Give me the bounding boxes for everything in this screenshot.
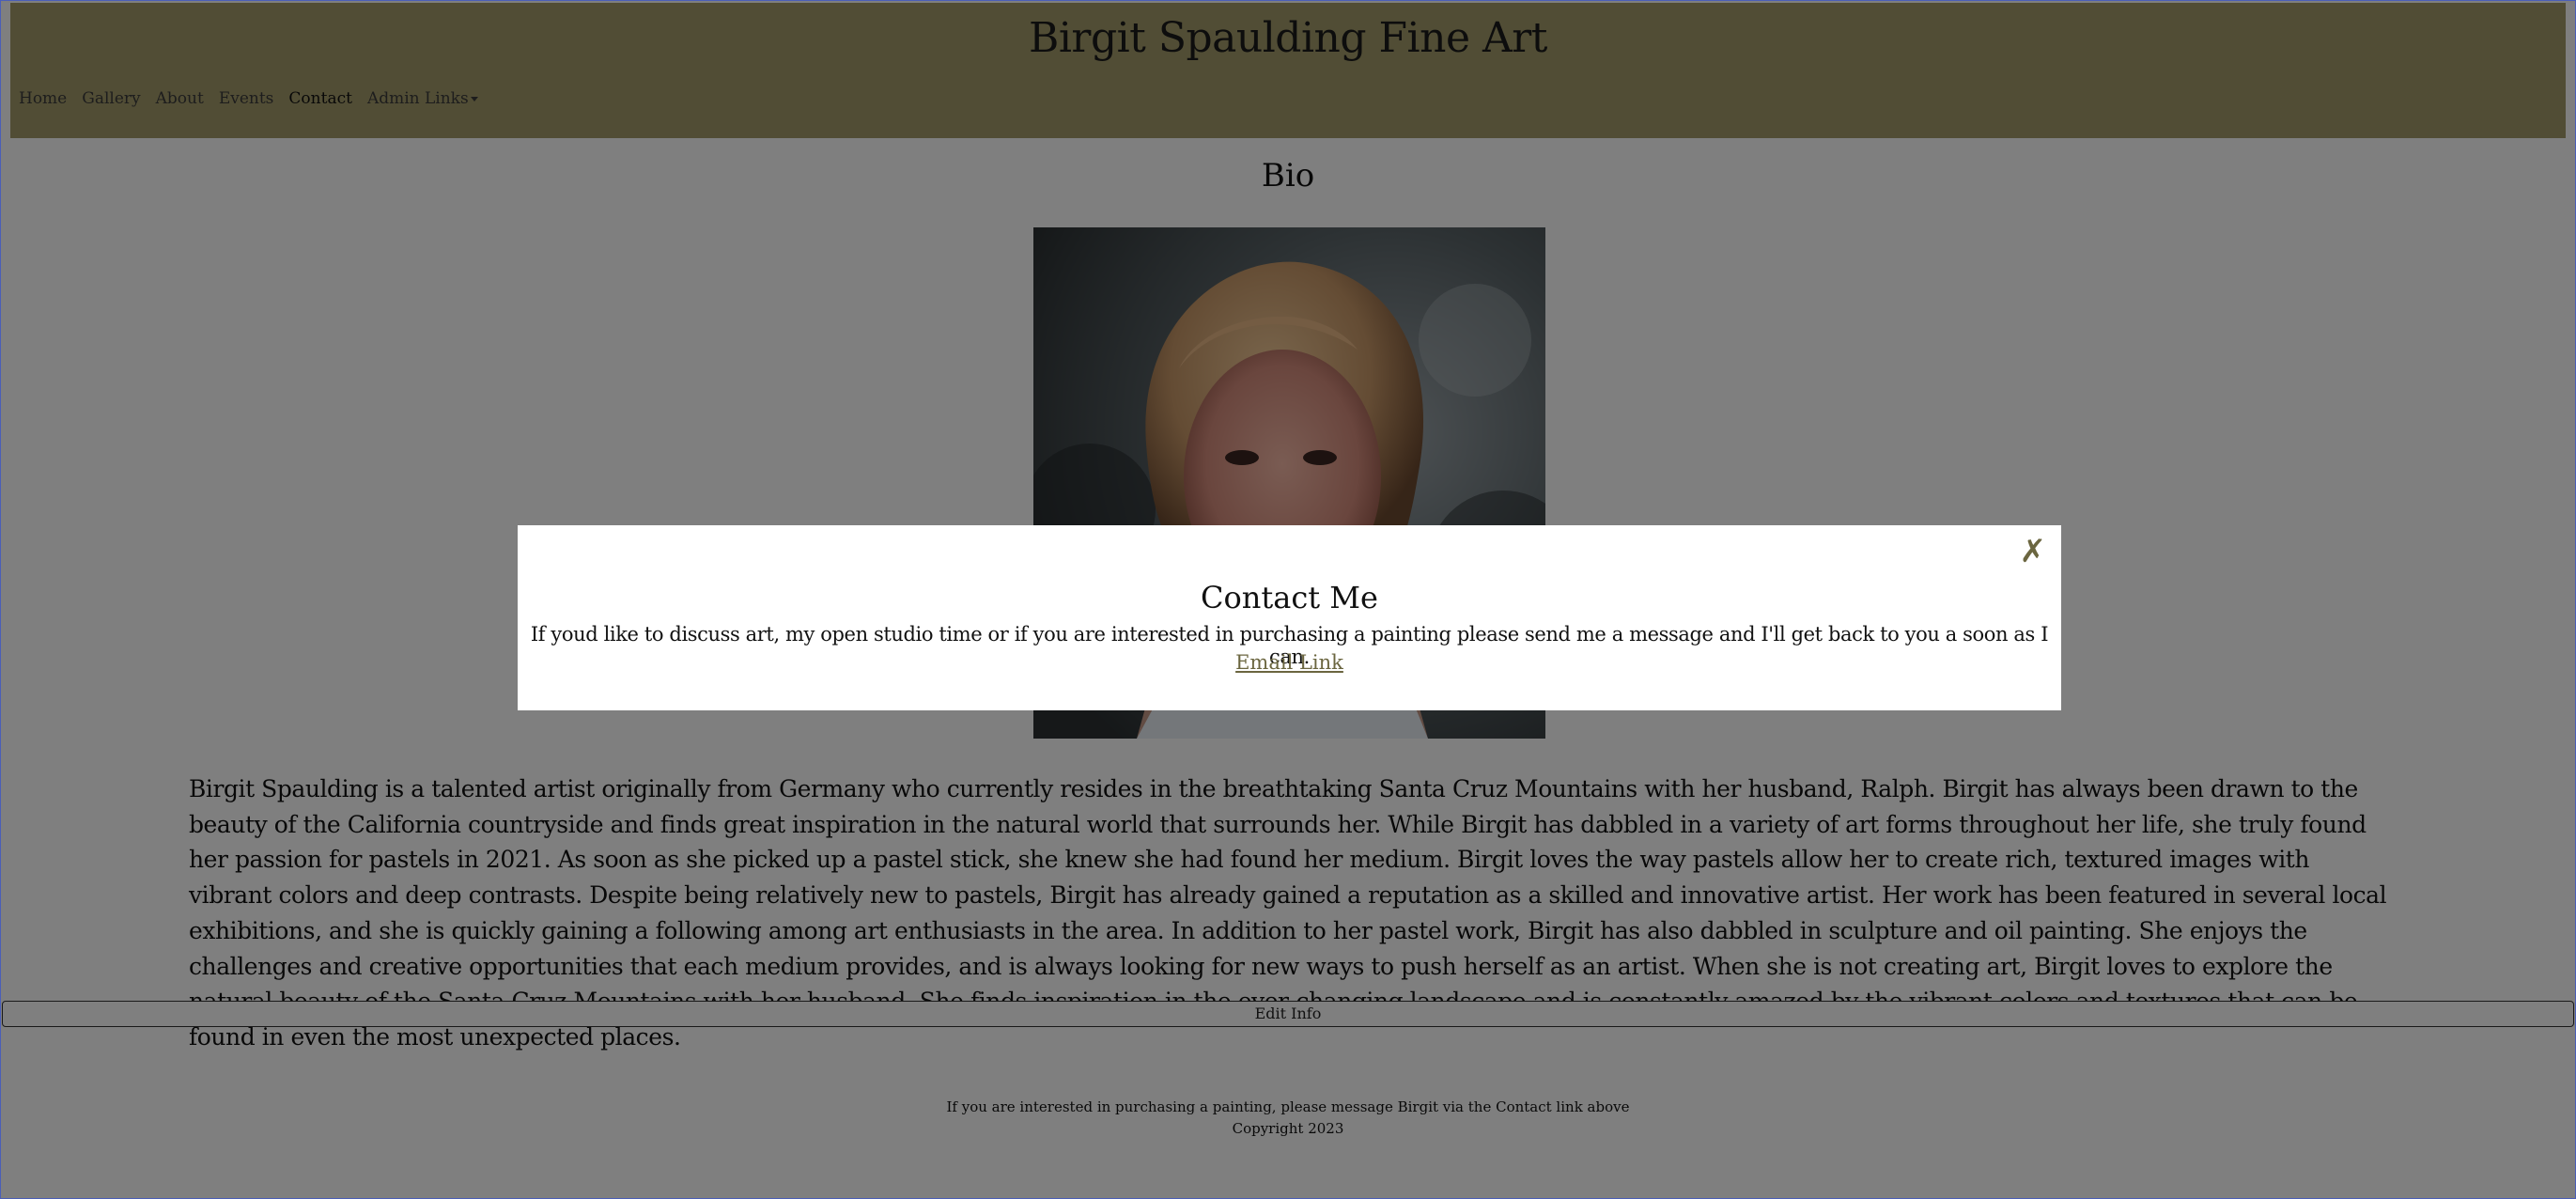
contact-modal: ✗ Contact Me If youd like to discuss art… xyxy=(518,525,2061,710)
close-icon[interactable]: ✗ xyxy=(2020,531,2047,572)
modal-title: Contact Me xyxy=(1201,580,1378,615)
email-link[interactable]: Email Link xyxy=(1235,651,1343,674)
page: Birgit Spaulding Fine Art Home Gallery A… xyxy=(0,0,2576,1199)
email-link-wrapper: Email Link xyxy=(518,651,2061,674)
